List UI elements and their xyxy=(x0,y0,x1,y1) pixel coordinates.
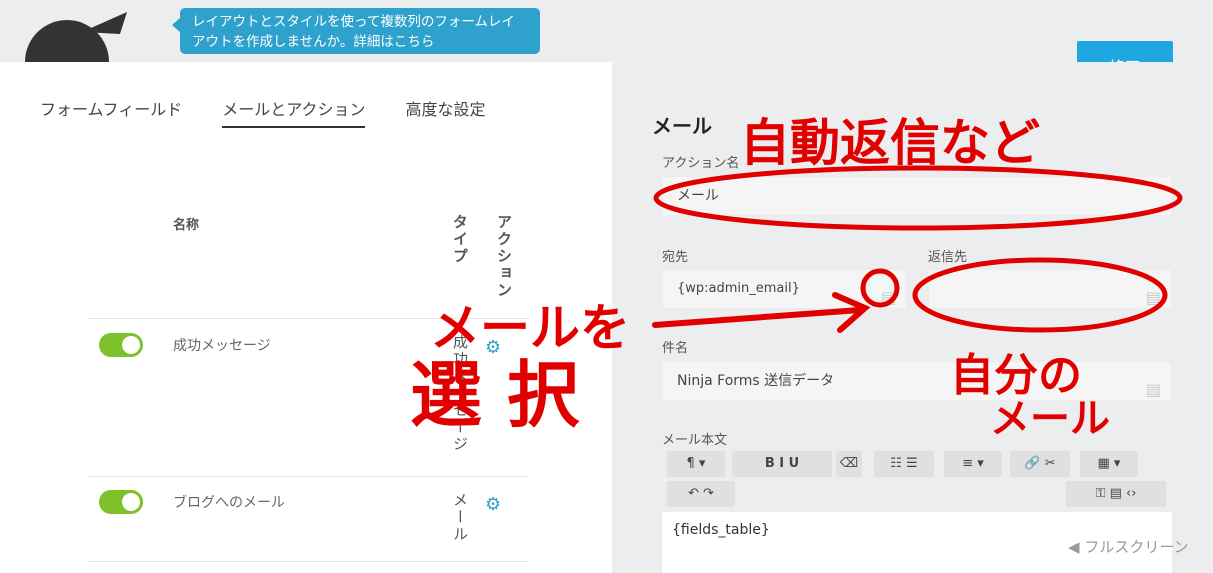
row-divider xyxy=(88,561,528,562)
fullscreen-icon: ◀ xyxy=(1068,538,1085,556)
gear-icon[interactable]: ⚙ xyxy=(485,494,501,515)
toggle-blog-mail[interactable] xyxy=(99,490,143,514)
row-name-success: 成功メッセージ xyxy=(173,338,271,354)
panel-title: メール xyxy=(652,114,712,138)
top-bar: レイアウトとスタイルを使って複数列のフォームレイアウトを作成しませんか。詳細はこ… xyxy=(0,0,1213,91)
paragraph-format-icon[interactable]: ¶ ▾ xyxy=(667,451,725,477)
toggle-success-message[interactable] xyxy=(99,333,143,357)
fullscreen-label: フルスクリーン xyxy=(1084,538,1189,556)
to-value: {wp:admin_email} xyxy=(677,281,800,296)
row-name-blog-mail: ブログへのメール xyxy=(173,495,285,511)
action-name-label: アクション名 xyxy=(662,156,740,171)
action-name-field[interactable]: メール xyxy=(662,176,1172,216)
align-icon[interactable]: ≡ ▾ xyxy=(944,451,1002,477)
subject-label: 件名 xyxy=(662,341,689,356)
tab-form-fields[interactable]: フォームフィールド xyxy=(40,96,182,128)
merge-tag-icon[interactable]: ▤ xyxy=(1146,371,1161,409)
eraser-icon[interactable]: ⌫ xyxy=(836,451,862,477)
subject-value: Ninja Forms 送信データ xyxy=(677,373,835,389)
reply-to-field[interactable]: ▤ xyxy=(928,269,1172,309)
tab-emails-actions[interactable]: メールとアクション xyxy=(222,96,366,128)
tab-bar: フォームフィールド メールとアクション 高度な設定 xyxy=(40,96,485,128)
to-label: 宛先 xyxy=(662,250,689,265)
subject-field[interactable]: Ninja Forms 送信データ ▤ xyxy=(662,361,1172,401)
row-divider xyxy=(88,318,528,319)
link-icons[interactable]: 🔗 ✂ xyxy=(1010,451,1070,477)
layout-tooltip[interactable]: レイアウトとスタイルを使って複数列のフォームレイアウトを作成しませんか。詳細はこ… xyxy=(172,8,540,54)
row-type-blog-mail: メール xyxy=(451,492,469,543)
table-icon[interactable]: ▦ ▾ xyxy=(1080,451,1138,477)
text-style-group[interactable]: B I U xyxy=(732,451,832,477)
merge-tag-icon[interactable]: ▤ xyxy=(881,279,896,317)
list-icons[interactable]: ☷ ☰ xyxy=(874,451,934,477)
col-header-type: タイプ xyxy=(451,214,469,265)
undo-redo-icons[interactable]: ↶ ↷ xyxy=(667,481,735,507)
col-header-action: アクション xyxy=(495,214,513,299)
to-field[interactable]: {wp:admin_email} ▤ xyxy=(662,269,907,309)
extra-tools-icons[interactable]: ⚿ ▤ ‹› xyxy=(1066,481,1166,507)
fullscreen-link[interactable]: ◀ フルスクリーン xyxy=(1068,536,1189,557)
reply-to-label: 返信先 xyxy=(928,250,968,265)
tab-advanced[interactable]: 高度な設定 xyxy=(405,96,485,128)
body-label: メール本文 xyxy=(662,433,728,448)
gear-icon[interactable]: ⚙ xyxy=(485,337,501,358)
row-type-success: 成功メッセージ xyxy=(451,334,469,453)
merge-tag-icon[interactable]: ▤ xyxy=(1146,279,1161,317)
col-header-name: 名称 xyxy=(173,218,200,233)
row-divider xyxy=(88,476,528,477)
